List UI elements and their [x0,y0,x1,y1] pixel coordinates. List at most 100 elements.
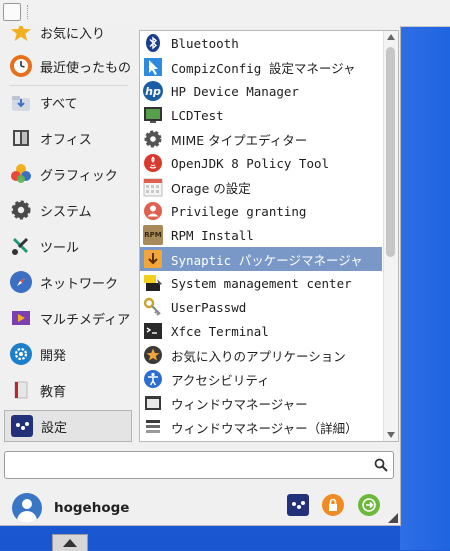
app-openjdk-policy-tool[interactable]: OpenJDK 8 Policy Tool [140,151,382,175]
tools-icon [10,235,32,257]
panel-separator [27,5,30,19]
app-label: CompizConfig 設定マネージャ [171,60,356,76]
desktop-background-strip [400,0,450,550]
rpm-package-icon: RPM [143,225,163,245]
category-office[interactable]: オフィス [4,122,132,154]
category-education[interactable]: 教育 [4,374,132,406]
menu-launcher-button[interactable] [3,3,21,21]
settings-manager-button[interactable] [287,494,309,516]
scroll-down-arrow-icon[interactable] [387,432,395,438]
hp-icon: hp [143,81,163,101]
category-label: オフィス [40,132,92,148]
app-mime-type-editor[interactable]: MIME タイプエディター [140,127,382,151]
category-label: 設定 [41,420,68,436]
app-userpasswd[interactable]: UserPasswd [140,295,382,319]
app-orage-settings[interactable]: Orage の設定 [140,175,382,199]
category-label: お気に入り [40,26,106,42]
category-tools[interactable]: ツール [4,230,132,262]
app-label: アクセシビリティ [171,372,270,388]
terminal-icon [143,321,163,341]
app-privilege-granting[interactable]: Privilege granting [140,199,382,223]
category-label: ネットワーク [40,276,119,292]
search-input[interactable] [9,453,373,479]
window-icon [143,393,163,413]
logout-button[interactable] [358,494,380,516]
scrollbar-thumb[interactable] [386,47,395,257]
app-label: Orage の設定 [171,180,251,196]
category-network[interactable]: ネットワーク [4,266,132,298]
category-settings[interactable]: 設定 [4,410,132,442]
development-icon [10,343,32,365]
package-download-icon [143,249,163,269]
resize-grip[interactable] [388,513,398,523]
window-advanced-icon [143,417,163,437]
app-window-manager-advanced[interactable]: ウィンドウマネージャー（詳細） [140,415,382,439]
avatar-body [17,511,37,523]
app-label: HP Device Manager [171,83,299,99]
office-icon [10,127,32,149]
app-label: お気に入りのアプリケーション [171,348,346,364]
app-window-manager[interactable]: ウィンドウマネージャー [140,391,382,415]
avatar [12,493,42,523]
whisker-menu: お気に入り 最近使ったもの すべて オフィス グラフィック システム ツール ネ… [0,26,401,526]
category-label: すべて [40,96,78,112]
user-info: hogehoge [12,492,129,524]
search-icon[interactable] [374,458,388,472]
calendar-icon [143,177,163,197]
category-favorites[interactable]: お気に入り [4,26,132,48]
category-label: 開発 [40,348,67,364]
lock-screen-button[interactable] [322,494,344,516]
category-all[interactable]: すべて [4,86,132,118]
app-accessibility[interactable]: アクセシビリティ [140,367,382,391]
category-recent[interactable]: 最近使ったもの [4,50,132,82]
lcd-monitor-icon [143,105,163,125]
gear-icon [143,129,163,149]
up-arrow-icon [63,539,77,547]
app-bluetooth[interactable]: Bluetooth [140,31,382,55]
app-xfce-terminal[interactable]: Xfce Terminal [140,319,382,343]
lock-icon [329,498,337,511]
username: hogehoge [54,500,130,516]
graphics-icon [10,163,32,185]
app-hp-device-manager[interactable]: hp HP Device Manager [140,79,382,103]
category-label: ツール [40,240,80,256]
java-icon [143,153,163,173]
category-label: 教育 [40,384,67,400]
top-panel [0,0,450,27]
app-favorite-applications[interactable]: お気に入りのアプリケーション [140,343,382,367]
app-label: ウィンドウマネージャー（詳細） [171,420,358,436]
app-label: RPM Install [171,227,254,243]
app-label: LCDTest [171,107,224,123]
application-list: Bluetooth CompizConfig 設定マネージャ hp HP Dev… [139,30,399,442]
app-label: System management center [171,275,352,291]
app-compizconfig[interactable]: CompizConfig 設定マネージャ [140,55,382,79]
app-list-scrollbar[interactable] [383,31,398,441]
category-development[interactable]: 開発 [4,338,132,370]
multimedia-icon [10,307,32,329]
scroll-up-arrow-icon[interactable] [387,34,395,40]
logout-icon [362,498,376,512]
category-label: グラフィック [40,168,118,184]
download-folder-icon [10,91,32,113]
category-system[interactable]: システム [4,194,132,226]
settings-icon [292,501,305,509]
sysmgmt-icon [143,273,163,293]
app-system-management-center[interactable]: System management center [140,271,382,295]
category-graphics[interactable]: グラフィック [4,158,132,190]
app-rpm-install[interactable]: RPM RPM Install [140,223,382,247]
app-synaptic[interactable]: Synaptic パッケージマネージャ [140,247,382,271]
app-label: ウィンドウマネージャー [171,396,308,412]
star-circle-icon [143,345,163,365]
category-list: お気に入り 最近使ったもの すべて オフィス グラフィック システム ツール ネ… [0,26,138,446]
app-lcdtest[interactable]: LCDTest [140,103,382,127]
user-lock-icon [143,201,163,221]
category-multimedia[interactable]: マルチメディア [4,302,132,334]
star-icon [10,26,32,43]
accessibility-icon [143,369,163,389]
settings-icon [11,415,33,437]
gear-icon [10,199,32,221]
bottom-panel-toggle[interactable] [52,534,88,551]
keys-icon [143,297,163,317]
search-box[interactable] [4,451,394,479]
avatar-head [22,499,32,509]
